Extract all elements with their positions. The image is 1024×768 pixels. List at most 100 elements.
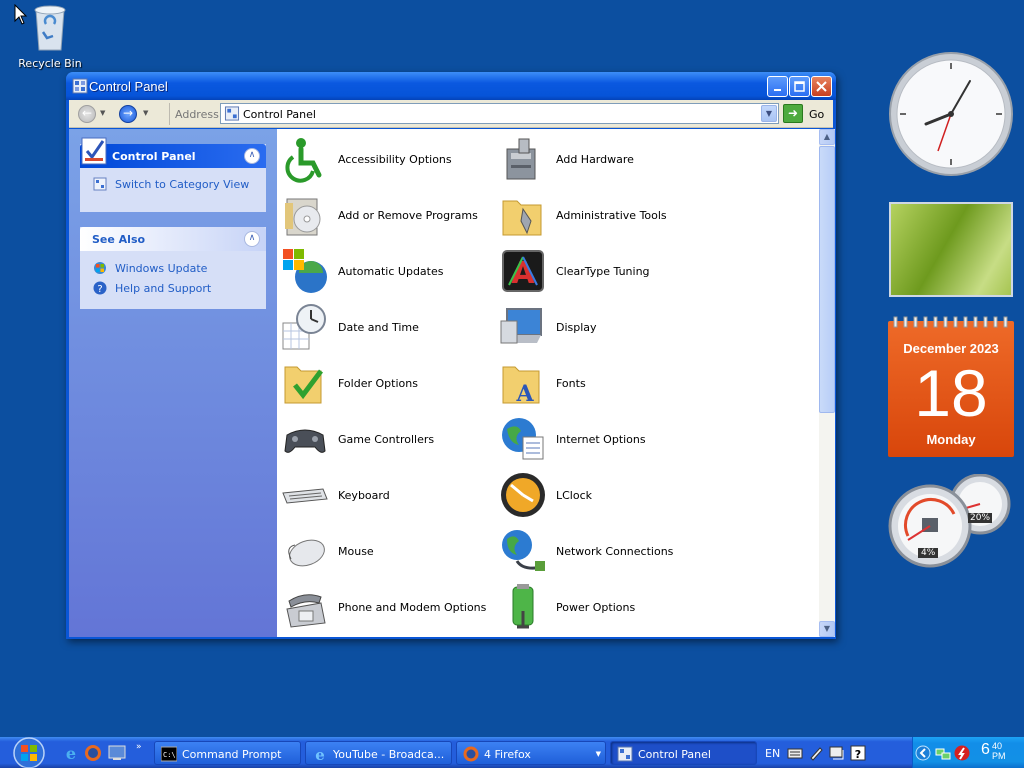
- calendar-gadget[interactable]: December 2023 18 Monday: [888, 316, 1014, 457]
- go-button[interactable]: Go: [809, 108, 824, 121]
- collapse-icon[interactable]: ∧: [244, 148, 260, 164]
- taskbar-item-command-prompt[interactable]: C:\ Command Prompt: [154, 741, 301, 765]
- item-automatic-updates[interactable]: Automatic Updates: [281, 245, 496, 295]
- date-time-icon: [282, 304, 326, 350]
- title-bar[interactable]: Control Panel: [66, 72, 836, 100]
- minimize-button[interactable]: [767, 76, 788, 97]
- taskbar-item-youtube[interactable]: e YouTube - Broadca...: [305, 741, 452, 765]
- item-folder-options[interactable]: Folder Options: [281, 357, 496, 407]
- window-title: Control Panel: [89, 79, 168, 94]
- cpu-meter-gadget[interactable]: 4% 20%: [888, 473, 1016, 572]
- control-panel-window: Control Panel ← ▼ → ▼ Address Control Pa…: [66, 72, 836, 639]
- firefox-quicklaunch-icon[interactable]: [84, 744, 102, 762]
- accessibility-icon: [285, 138, 322, 183]
- category-view-icon: [93, 177, 107, 191]
- switch-category-view-label: Switch to Category View: [115, 178, 250, 191]
- show-desktop-icon[interactable]: [108, 744, 126, 762]
- taskbar-item-firefox[interactable]: 4 Firefox ▼: [456, 741, 606, 765]
- group-dropdown-icon: ▼: [595, 750, 601, 758]
- start-button[interactable]: [8, 737, 50, 768]
- pen-tray-icon[interactable]: [808, 745, 824, 761]
- language-indicator[interactable]: EN: [765, 747, 780, 760]
- minimize-icon: [773, 88, 781, 91]
- item-keyboard[interactable]: Keyboard: [281, 469, 496, 519]
- go-arrow-icon[interactable]: ➜: [783, 104, 803, 123]
- svg-text:?: ?: [97, 284, 102, 295]
- windows-update-link[interactable]: Windows Update: [80, 258, 266, 278]
- item-administrative-tools[interactable]: Administrative Tools: [499, 189, 714, 239]
- help-icon: ?: [93, 281, 107, 295]
- item-internet-options[interactable]: Internet Options: [499, 413, 714, 463]
- flash-tray-icon[interactable]: [954, 745, 970, 761]
- item-label: LClock: [556, 489, 593, 502]
- calendar-month: December 2023: [903, 341, 999, 356]
- slideshow-gadget[interactable]: [889, 202, 1013, 297]
- control-panel-large-icon: [81, 137, 107, 165]
- control-panel-panel-header[interactable]: Control Panel ∧: [80, 137, 266, 168]
- add-remove-programs-icon: [285, 198, 321, 236]
- control-panel-icon: [617, 746, 633, 762]
- folder-options-icon: [284, 366, 323, 404]
- item-game-controllers[interactable]: Game Controllers: [281, 413, 496, 463]
- vertical-scrollbar[interactable]: ▲ ▼: [819, 129, 835, 637]
- clock-gadget[interactable]: [888, 51, 1014, 177]
- tray-expand-icon[interactable]: [915, 745, 931, 761]
- item-network-connections[interactable]: Network Connections: [499, 525, 714, 575]
- lclock-icon: [501, 473, 545, 517]
- item-power-options[interactable]: Power Options: [499, 581, 714, 631]
- administrative-tools-icon: [502, 200, 542, 236]
- item-label: Add or Remove Programs: [338, 209, 478, 222]
- close-icon: [816, 81, 827, 92]
- item-lclock[interactable]: LClock: [499, 469, 714, 519]
- svg-text:C:\: C:\: [163, 751, 176, 759]
- item-label: Display: [556, 321, 597, 334]
- scroll-thumb[interactable]: [819, 146, 835, 413]
- close-button[interactable]: [811, 76, 832, 97]
- game-controllers-icon: [284, 429, 326, 453]
- quicklaunch-overflow-icon[interactable]: »: [136, 742, 142, 752]
- taskbar-clock[interactable]: 6 40 PM: [981, 741, 1006, 761]
- forward-button[interactable]: →: [119, 105, 137, 123]
- power-options-icon: [512, 584, 534, 629]
- item-fonts[interactable]: A Fonts: [499, 357, 714, 407]
- address-dropdown-button[interactable]: ▼: [761, 105, 777, 122]
- help-tray-icon[interactable]: ?: [850, 745, 866, 761]
- back-dropdown-icon[interactable]: ▼: [100, 109, 105, 117]
- clock-ampm: PM: [992, 751, 1006, 761]
- maximize-button[interactable]: [789, 76, 810, 97]
- language-bar-options-icon[interactable]: [829, 745, 845, 761]
- network-connections-icon: [502, 530, 545, 571]
- item-accessibility-options[interactable]: Accessibility Options: [281, 133, 496, 183]
- item-add-hardware[interactable]: Add Hardware: [499, 133, 714, 183]
- task-pane: Control Panel ∧ Switch to Category View …: [69, 129, 277, 637]
- forward-dropdown-icon[interactable]: ▼: [143, 109, 148, 117]
- back-button[interactable]: ←: [78, 105, 96, 123]
- cleartype-icon: A: [502, 250, 544, 292]
- windows-update-label: Windows Update: [115, 262, 208, 275]
- keyboard-tray-icon[interactable]: [787, 745, 803, 761]
- switch-category-view-link[interactable]: Switch to Category View: [80, 174, 266, 194]
- item-label: Network Connections: [556, 545, 674, 558]
- memory-usage: 20%: [968, 513, 993, 523]
- item-date-time[interactable]: Date and Time: [281, 301, 496, 351]
- item-mouse[interactable]: Mouse: [281, 525, 496, 575]
- address-field[interactable]: Control Panel ▼: [220, 103, 779, 124]
- item-add-remove-programs[interactable]: Add or Remove Programs: [281, 189, 496, 239]
- taskbar-item-control-panel[interactable]: Control Panel: [610, 741, 757, 765]
- task-label: YouTube - Broadca...: [333, 748, 445, 761]
- item-display[interactable]: Display: [499, 301, 714, 351]
- scroll-down-button[interactable]: ▼: [819, 621, 835, 637]
- item-label: ClearType Tuning: [556, 265, 650, 278]
- item-label: Internet Options: [556, 433, 646, 446]
- clock-minute: 40: [992, 741, 1003, 751]
- item-phone-modem-options[interactable]: Phone and Modem Options: [281, 581, 496, 631]
- item-cleartype-tuning[interactable]: A ClearType Tuning: [499, 245, 714, 295]
- see-also-panel-header[interactable]: See Also ∧: [80, 227, 266, 251]
- scroll-up-button[interactable]: ▲: [819, 129, 835, 145]
- firefox-icon: [463, 746, 479, 762]
- help-support-link[interactable]: ? Help and Support: [80, 278, 266, 298]
- ie-quicklaunch-icon[interactable]: e: [62, 744, 80, 762]
- recycle-bin[interactable]: Recycle Bin: [18, 2, 82, 70]
- collapse-icon[interactable]: ∧: [244, 231, 260, 247]
- network-tray-icon[interactable]: [935, 745, 951, 761]
